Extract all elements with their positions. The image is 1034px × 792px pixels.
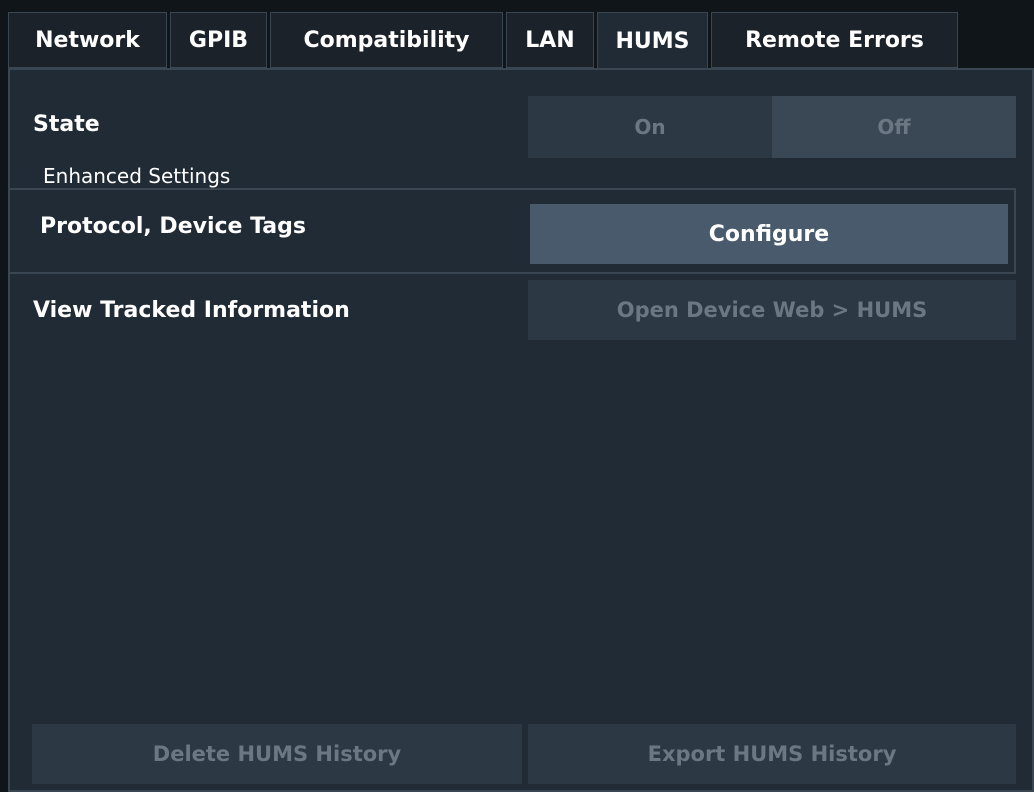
view-tracked-information-label: View Tracked Information [33, 298, 350, 323]
hums-panel: State On Off Enhanced Settings Protocol,… [8, 68, 1034, 792]
tab-bar: Network GPIB Compatibility LAN HUMS Remo… [8, 12, 961, 69]
export-hums-history-button[interactable]: Export HUMS History [528, 724, 1016, 784]
enhanced-settings-title: Enhanced Settings [43, 164, 231, 188]
state-on-option[interactable]: On [528, 96, 772, 158]
state-off-option[interactable]: Off [772, 96, 1016, 158]
delete-hums-history-button[interactable]: Delete HUMS History [32, 724, 522, 784]
tab-hums[interactable]: HUMS [597, 12, 708, 69]
enhanced-settings-group: Protocol, Device Tags Configure [8, 188, 1016, 274]
configure-button[interactable]: Configure [530, 204, 1008, 264]
protocol-device-tags-label: Protocol, Device Tags [40, 214, 306, 239]
tab-remote-errors[interactable]: Remote Errors [711, 12, 958, 68]
state-toggle[interactable]: On Off [528, 96, 1016, 158]
tab-gpib[interactable]: GPIB [170, 12, 267, 68]
open-device-web-hums-button[interactable]: Open Device Web > HUMS [528, 280, 1016, 340]
state-label: State [33, 112, 100, 137]
tab-lan[interactable]: LAN [506, 12, 594, 68]
hums-settings-dialog: Network GPIB Compatibility LAN HUMS Remo… [0, 0, 1034, 792]
tab-compatibility[interactable]: Compatibility [270, 12, 503, 68]
tab-network[interactable]: Network [8, 12, 167, 68]
